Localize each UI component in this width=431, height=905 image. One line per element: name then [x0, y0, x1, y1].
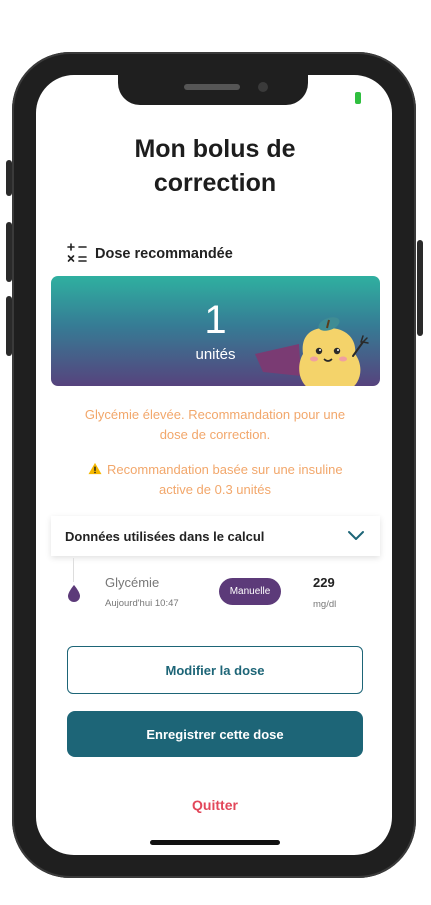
dose-section-label: Dose recommandée: [95, 246, 233, 262]
speaker: [184, 84, 240, 90]
dose-section-header: Dose recommandée: [65, 242, 233, 266]
quit-button[interactable]: Quitter: [165, 797, 265, 813]
save-dose-button[interactable]: Enregistrer cette dose: [67, 711, 363, 757]
glycemia-value: 229: [313, 575, 335, 590]
warning-text: Recommandation basée sur une insuline ac…: [107, 462, 343, 497]
calc-data-accordion[interactable]: Données utilisées dans le calcul: [51, 516, 380, 556]
source-badge: Manuelle: [219, 578, 281, 605]
modify-dose-button[interactable]: Modifier la dose: [67, 646, 363, 694]
battery-icon: [355, 92, 361, 104]
timeline-line: [73, 558, 74, 582]
dose-card: 1 unités: [51, 276, 380, 386]
calculator-icon: [67, 243, 87, 262]
pear-mascot-illustration: [255, 317, 369, 386]
front-camera: [258, 82, 268, 92]
warning-icon: [88, 462, 102, 475]
glycemia-label: Glycémie: [105, 575, 160, 590]
chevron-down-icon[interactable]: [346, 526, 366, 546]
recommendation-message: Glycémie élevée. Recommandation pour une…: [84, 407, 346, 442]
volume-down-button: [6, 296, 12, 356]
glycemia-unit: mg/dl: [313, 599, 337, 610]
page-title: Mon bolus de correction: [134, 135, 296, 197]
blood-drop-icon: [68, 585, 80, 602]
notch: [118, 75, 308, 105]
glycemia-time: Aujourd'hui 10:47: [105, 598, 179, 609]
volume-up-button: [6, 222, 12, 282]
active-insulin-warning: Recommandation basée sur une insuline ac…: [70, 460, 360, 500]
mute-switch: [6, 160, 12, 196]
home-indicator: [150, 840, 280, 845]
power-button: [417, 240, 423, 336]
calc-data-label: Données utilisées dans le calcul: [65, 528, 265, 544]
